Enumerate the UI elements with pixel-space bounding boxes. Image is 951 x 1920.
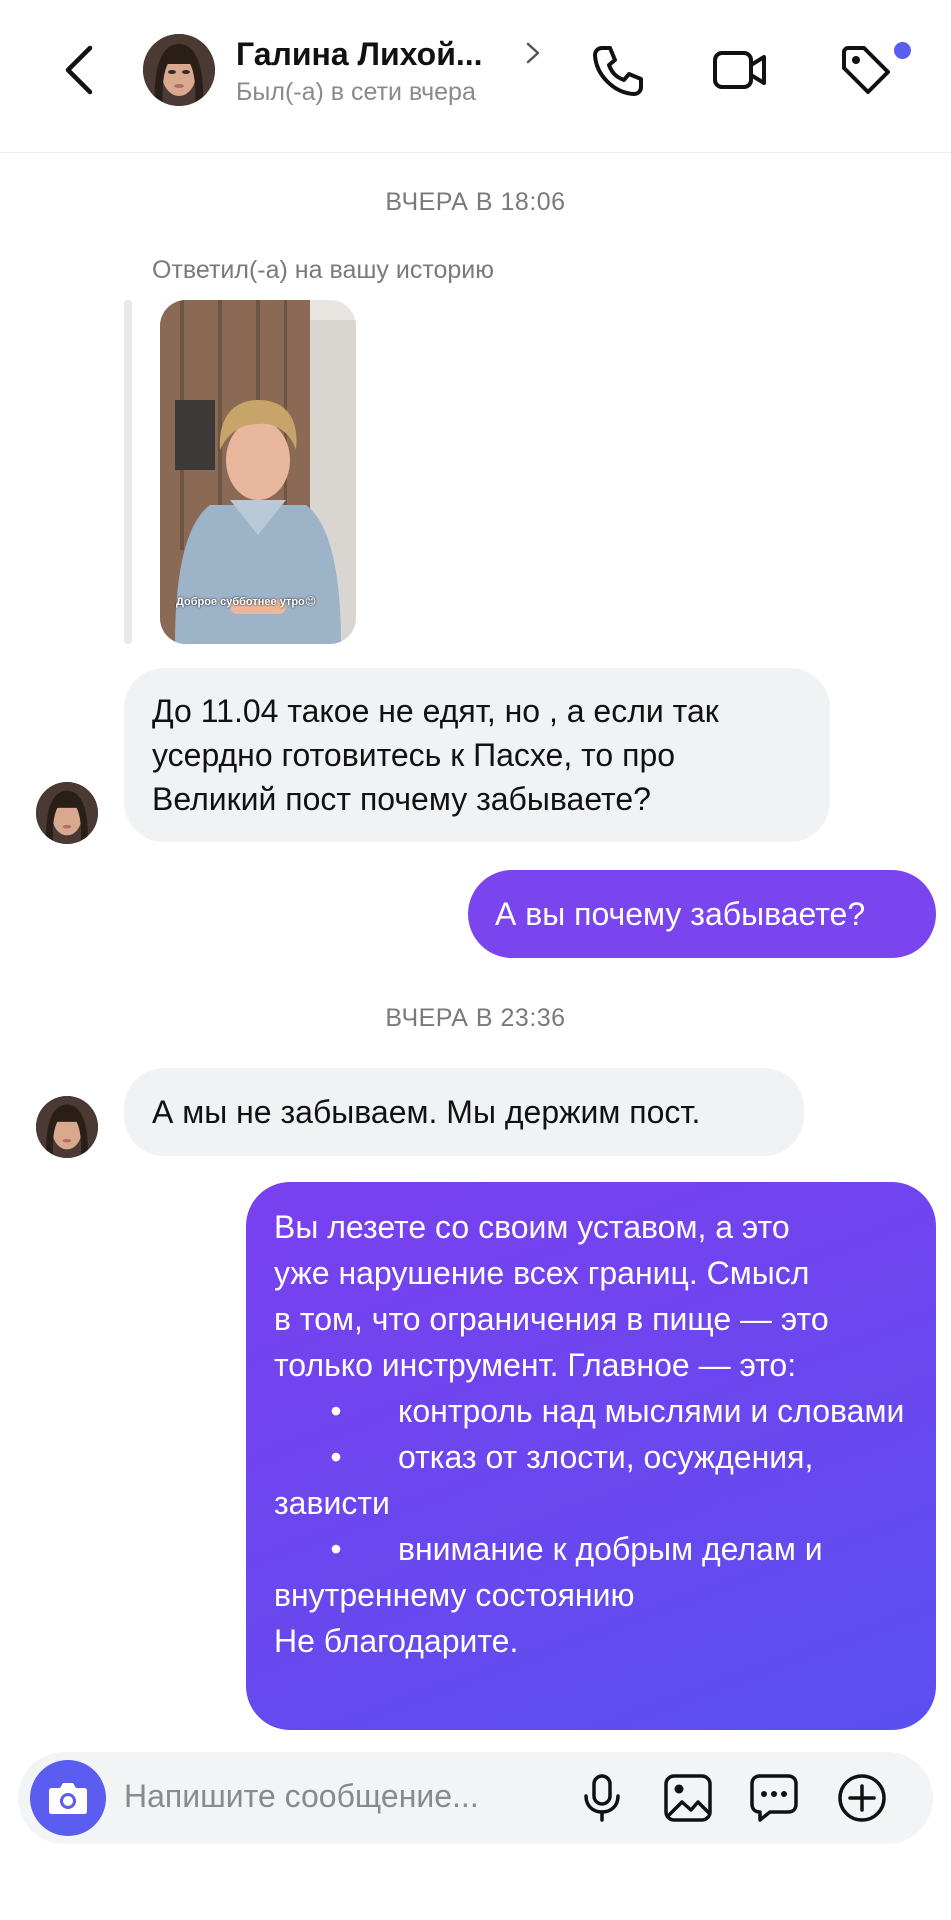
contact-name[interactable]: Галина Лихой... xyxy=(236,36,483,73)
message-dots-icon[interactable] xyxy=(748,1772,800,1824)
list-item: • контроль над мыслями и словами xyxy=(274,1388,908,1434)
notification-dot xyxy=(894,42,911,59)
chevron-left-icon[interactable] xyxy=(58,42,102,98)
tag-icon[interactable] xyxy=(836,40,896,100)
message-text: До 11.04 такое не едят, но , а если так … xyxy=(152,693,719,817)
bullet: • xyxy=(330,1531,342,1567)
message-text: А мы не забываем. Мы держим пост. xyxy=(152,1094,701,1130)
incoming-message[interactable]: До 11.04 такое не едят, но , а если так … xyxy=(124,668,830,842)
message-list: • контроль над мыслями и словами • отказ о… xyxy=(274,1388,908,1618)
chevron-right-icon[interactable] xyxy=(524,40,542,66)
list-item: • внимание к добрым делам и внутреннему с… xyxy=(274,1526,908,1618)
chat-header: Галина Лихой... Был(-а) в сети вчера xyxy=(0,0,951,153)
date-stamp: ВЧЕРА В 18:06 xyxy=(385,188,566,216)
story-reply-note: Ответил(-а) на вашу историю xyxy=(152,256,495,284)
bullet: • xyxy=(330,1439,342,1475)
microphone-icon[interactable] xyxy=(576,1772,628,1824)
sender-avatar[interactable] xyxy=(36,1096,98,1158)
sender-avatar[interactable] xyxy=(36,782,98,844)
message-outro: Не благодарите. xyxy=(274,1623,519,1659)
bullet: • xyxy=(330,1393,342,1429)
story-thumbnail[interactable]: Доброе субботнее утро😊 xyxy=(160,300,356,644)
video-camera-icon[interactable] xyxy=(710,40,770,100)
message-input[interactable]: Напишите сообщение... xyxy=(124,1778,479,1815)
contact-status: Был(-а) в сети вчера xyxy=(236,78,476,106)
date-stamp: ВЧЕРА В 23:36 xyxy=(385,1004,566,1032)
camera-icon xyxy=(49,1783,87,1814)
incoming-message[interactable]: А мы не забываем. Мы держим пост. xyxy=(124,1068,804,1156)
contact-avatar[interactable] xyxy=(143,34,215,106)
message-text: А вы почему забываете? xyxy=(495,896,866,932)
list-item: • отказ от злости, осуждения, зависти xyxy=(274,1434,908,1526)
outgoing-message[interactable]: Вы лезете со своим уставом, а это уже на… xyxy=(246,1182,936,1730)
outgoing-message[interactable]: А вы почему забываете? xyxy=(468,870,936,958)
plus-circle-icon[interactable] xyxy=(836,1772,888,1824)
phone-icon[interactable] xyxy=(588,40,648,100)
list-item-text: контроль над мыслями и словами xyxy=(398,1393,905,1429)
story-caption: Доброе субботнее утро😊 xyxy=(176,596,317,608)
image-icon[interactable] xyxy=(662,1772,714,1824)
message-intro: Вы лезете со своим уставом, а это уже на… xyxy=(274,1209,829,1383)
camera-button[interactable] xyxy=(30,1760,106,1836)
message-composer[interactable]: Напишите сообщение... xyxy=(18,1752,933,1844)
reply-quote-bar xyxy=(124,300,132,644)
